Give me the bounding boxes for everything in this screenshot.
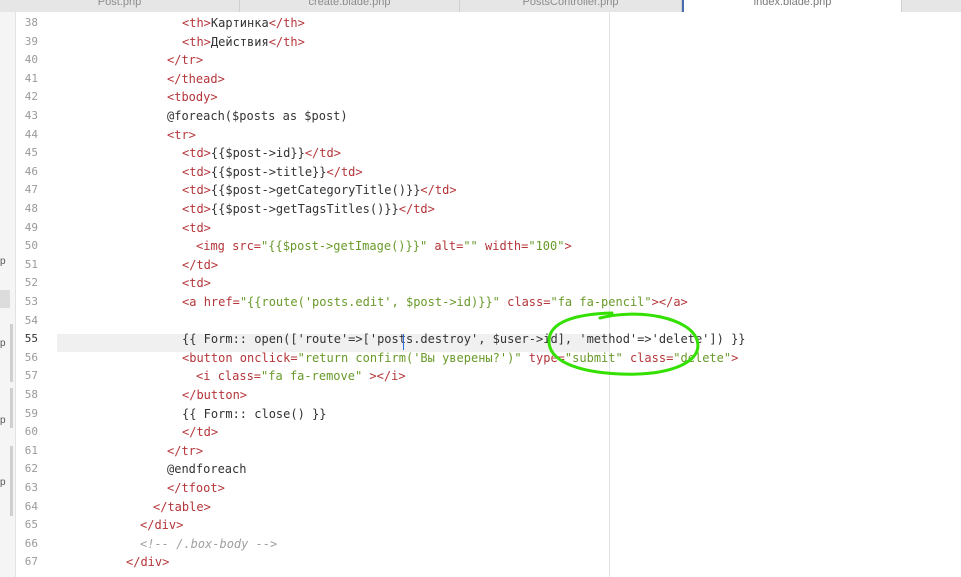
- code-line[interactable]: {{ Form:: close() }}: [182, 405, 327, 423]
- code-line[interactable]: @foreach($posts as $post): [167, 107, 348, 125]
- code-line[interactable]: <tr>: [167, 126, 196, 144]
- code-line[interactable]: </tfoot>: [167, 479, 225, 497]
- code-token: <img: [196, 239, 233, 254]
- code-token: width=: [477, 239, 529, 254]
- code-token: {{ Form:: close() }}: [182, 406, 327, 421]
- code-token: >: [564, 239, 572, 254]
- code-line[interactable]: <td>: [182, 274, 211, 292]
- code-line[interactable]: <td>{{$post->getTagsTitles()}}</td>: [182, 200, 435, 218]
- code-token: <td>: [182, 202, 211, 216]
- code-token: "{{route('posts.edit', $post->id)}}": [239, 295, 500, 309]
- code-line[interactable]: <th>Действия</th>: [182, 33, 305, 51]
- code-token: src=: [232, 239, 262, 254]
- code-token: alt=: [427, 239, 464, 254]
- code-token: </div>: [126, 555, 170, 570]
- code-token: </td>: [326, 164, 363, 179]
- code-token: </td>: [182, 257, 219, 272]
- code-line[interactable]: </td>: [182, 256, 218, 274]
- code-token: type=: [521, 350, 565, 365]
- code-line[interactable]: {{ Form:: open(['route'=>['posts.destroy…: [182, 330, 746, 348]
- code-token: </div>: [140, 518, 184, 533]
- code-line[interactable]: </thead>: [167, 70, 225, 88]
- code-line[interactable]: <button onclick="return confirm('Вы увер…: [182, 349, 738, 367]
- code-line[interactable]: </tr>: [167, 442, 203, 460]
- code-token: Картинка: [210, 16, 269, 30]
- code-line[interactable]: <img src="{{$post->getImage()}}" alt="" …: [196, 237, 572, 255]
- code-token: </thead>: [167, 71, 225, 86]
- code-token: </tfoot>: [167, 481, 225, 495]
- code-token: <tbody>: [167, 90, 218, 105]
- code-token: <td>: [182, 183, 211, 198]
- code-token: <tr>: [167, 127, 196, 142]
- code-line[interactable]: </button>: [182, 386, 247, 404]
- code-token: ></a>: [651, 295, 688, 309]
- code-token: <!-- /.box-body -->: [140, 536, 278, 551]
- code-token: "delete": [673, 350, 732, 365]
- code-token: </td>: [304, 146, 341, 161]
- code-line[interactable]: <td>: [182, 219, 211, 237]
- code-token: <td>: [182, 146, 211, 161]
- code-token: </th>: [268, 16, 305, 30]
- text-cursor: [403, 334, 404, 350]
- code-token: </tr>: [167, 443, 204, 458]
- code-token: "100": [528, 239, 565, 254]
- code-token: onclick=: [239, 350, 298, 365]
- code-token: <td>: [182, 220, 211, 235]
- code-line[interactable]: </table>: [153, 498, 211, 516]
- code-line[interactable]: <td>{{$post->title}}</td>: [182, 163, 363, 181]
- code-line[interactable]: </div>: [140, 516, 183, 534]
- code-token: @foreach($posts as $post): [167, 109, 348, 123]
- code-token: href=: [203, 295, 240, 309]
- code-token: {{$post->getTagsTitles()}}: [210, 202, 399, 216]
- code-token: <button: [182, 350, 240, 365]
- code-line[interactable]: <td>{{$post->getCategoryTitle()}}</td>: [182, 181, 457, 199]
- code-token: {{$post->getCategoryTitle()}}: [210, 183, 421, 198]
- code-line[interactable]: <tbody>: [167, 88, 218, 106]
- code-token: class=: [499, 295, 551, 309]
- code-token: </table>: [153, 499, 211, 514]
- code-line[interactable]: <th>Картинка</th>: [182, 14, 305, 32]
- code-token: "": [463, 239, 478, 254]
- code-token: >: [731, 350, 739, 365]
- code-token: </tr>: [167, 53, 204, 68]
- code-line[interactable]: </td>: [182, 423, 218, 441]
- code-line[interactable]: <a href="{{route('posts.edit', $post->id…: [182, 293, 688, 311]
- code-token: @endforeach: [167, 462, 247, 477]
- code-line[interactable]: @endforeach: [167, 460, 246, 478]
- code-line[interactable]: <td>{{$post->id}}</td>: [182, 144, 341, 162]
- code-line[interactable]: </tr>: [167, 51, 203, 69]
- code-token: </td>: [398, 202, 435, 216]
- code-token: {{ Form:: open(['route'=>['posts.destroy…: [182, 332, 746, 347]
- code-line[interactable]: <i class="fa fa-remove" ></i>: [196, 367, 406, 385]
- code-token: <a: [182, 295, 204, 309]
- code-token: "fa fa-remove": [261, 369, 363, 384]
- code-token: </th>: [268, 34, 305, 49]
- code-token: {{$post->title}}: [210, 164, 327, 179]
- code-token: Действия: [210, 34, 269, 49]
- code-token: {{$post->id}}: [210, 146, 305, 161]
- code-token: class=: [217, 369, 262, 384]
- code-token: <td>: [182, 164, 211, 179]
- code-token: </td>: [420, 183, 457, 198]
- code-editor[interactable]: <th>Картинка</th> <th>Действия</th> </tr> <…: [0, 0, 961, 577]
- code-token: class=: [622, 350, 674, 365]
- code-line[interactable]: </div>: [126, 553, 169, 571]
- code-token: "{{$post->getImage()}}": [261, 239, 428, 254]
- code-token: "return confirm('Вы уверены?')": [297, 350, 522, 365]
- code-token: "submit": [564, 350, 623, 365]
- code-token: </td>: [182, 425, 219, 440]
- code-line[interactable]: <!-- /.box-body -->: [140, 535, 277, 553]
- code-token: <th>: [182, 16, 211, 30]
- code-token: <td>: [182, 276, 211, 291]
- code-token: <th>: [182, 34, 211, 49]
- code-token: <i: [196, 369, 218, 384]
- code-token: ></i>: [362, 369, 406, 384]
- code-token: "fa fa-pencil": [550, 295, 652, 309]
- code-token: </button>: [182, 388, 248, 402]
